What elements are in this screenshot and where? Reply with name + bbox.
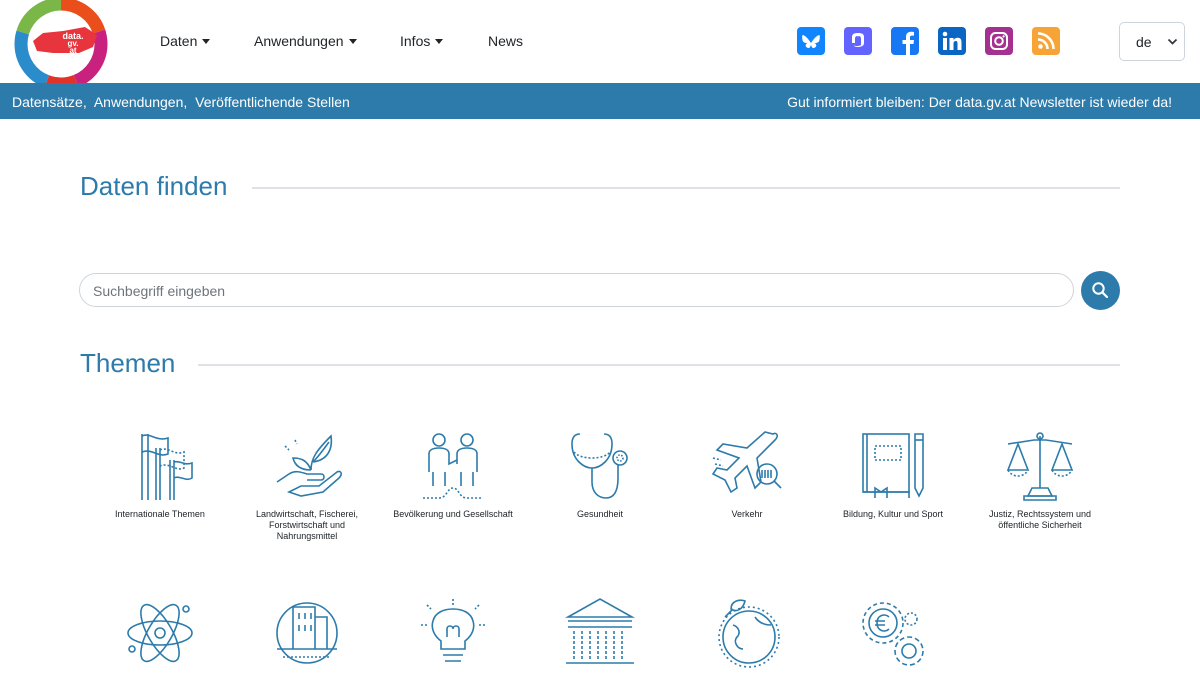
info-bar: Datensätze, Anwendungen, Veröffentlichen… (0, 83, 1200, 119)
people-icon (423, 433, 483, 499)
search-icon (1092, 282, 1109, 299)
theme-landwirtschaft[interactable]: Landwirtschaft, Fischerei, Forstwirtscha… (242, 430, 372, 542)
instagram-icon[interactable] (985, 27, 1013, 55)
mastodon-icon[interactable] (844, 27, 872, 55)
data-gv-at-logo[interactable]: data. gv. at (13, 0, 110, 91)
theme-atom[interactable] (95, 597, 225, 669)
theme-label: Bildung, Kultur und Sport (842, 509, 944, 519)
nav-anwendungen[interactable]: Anwendungen (254, 33, 357, 49)
search-placeholder: Suchbegriff eingeben (93, 283, 226, 299)
globe-leaf-icon (718, 599, 780, 668)
nav-news[interactable]: News (488, 33, 523, 49)
link-datensaetze[interactable]: Datensätze, (12, 94, 87, 110)
theme-label: Landwirtschaft, Fischerei, Forstwirtscha… (255, 509, 359, 541)
book-pencil-icon (862, 433, 924, 498)
search-button[interactable] (1081, 271, 1120, 310)
theme-internationale-themen[interactable]: Internationale Themen (95, 430, 225, 520)
themes-title: Themen (80, 348, 176, 378)
theme-umwelt[interactable] (682, 597, 812, 669)
search-input[interactable]: Suchbegriff eingeben (79, 273, 1074, 307)
nav-news-label: News (488, 33, 524, 49)
city-icon (276, 602, 338, 664)
theme-wirtschaft[interactable] (828, 597, 958, 669)
caret-down-icon (435, 39, 444, 44)
plant-hand-icon (276, 434, 342, 497)
language-select-value: de (1136, 34, 1152, 50)
theme-label: Justiz, Rechtssystem und öffentliche Sic… (988, 509, 1092, 530)
top-navbar: data. gv. at Daten Anwendungen Infos New… (0, 0, 1200, 91)
theme-regierung[interactable] (535, 597, 665, 669)
link-anwendungen[interactable]: Anwendungen, (94, 94, 187, 110)
theme-city[interactable] (242, 597, 372, 669)
stethoscope-icon (571, 433, 628, 499)
caret-down-icon (202, 39, 211, 44)
theme-label: Internationale Themen (115, 509, 205, 519)
theme-label: Gesundheit (576, 509, 624, 519)
newsletter-link[interactable]: Gut informiert bleiben: Der data.gv.at N… (787, 94, 1172, 110)
theme-gesundheit[interactable]: Gesundheit (535, 430, 665, 520)
theme-verkehr[interactable]: Verkehr (682, 430, 812, 520)
bluesky-icon[interactable] (797, 27, 825, 55)
link-veroeffentlichende-stellen[interactable]: Veröffentlichende Stellen (195, 94, 350, 110)
nav-infos-label: Infos (400, 33, 431, 49)
language-select[interactable]: de (1119, 22, 1185, 61)
linkedin-icon[interactable] (938, 27, 966, 55)
theme-justiz[interactable]: Justiz, Rechtssystem und öffentliche Sic… (975, 430, 1105, 531)
airplane-icon (711, 431, 782, 494)
nav-infos[interactable]: Infos (400, 33, 444, 49)
theme-energie[interactable] (388, 597, 518, 669)
chevron-down-icon (1167, 38, 1178, 45)
theme-label: Verkehr (731, 509, 763, 519)
euro-gears-icon (862, 602, 924, 666)
scales-icon (1006, 432, 1074, 501)
rss-icon[interactable] (1032, 27, 1060, 55)
facebook-icon[interactable] (891, 27, 919, 55)
flags-icon (141, 434, 193, 500)
page-title: Daten finden (80, 171, 228, 201)
nav-daten-label: Daten (160, 33, 198, 49)
government-building-icon (564, 598, 636, 664)
atom-icon (127, 603, 193, 663)
caret-down-icon (348, 39, 357, 44)
divider (252, 187, 1120, 189)
svg-text:at: at (69, 46, 76, 55)
nav-daten[interactable]: Daten (160, 33, 211, 49)
nav-anwendungen-label: Anwendungen (254, 33, 344, 49)
theme-bevoelkerung[interactable]: Bevölkerung und Gesellschaft (388, 430, 518, 520)
lightbulb-icon (421, 599, 485, 662)
theme-label: Bevölkerung und Gesellschaft (393, 509, 513, 519)
quick-links: Datensätze, Anwendungen, Veröffentlichen… (12, 94, 354, 110)
divider (198, 364, 1120, 366)
theme-bildung[interactable]: Bildung, Kultur und Sport (828, 430, 958, 520)
